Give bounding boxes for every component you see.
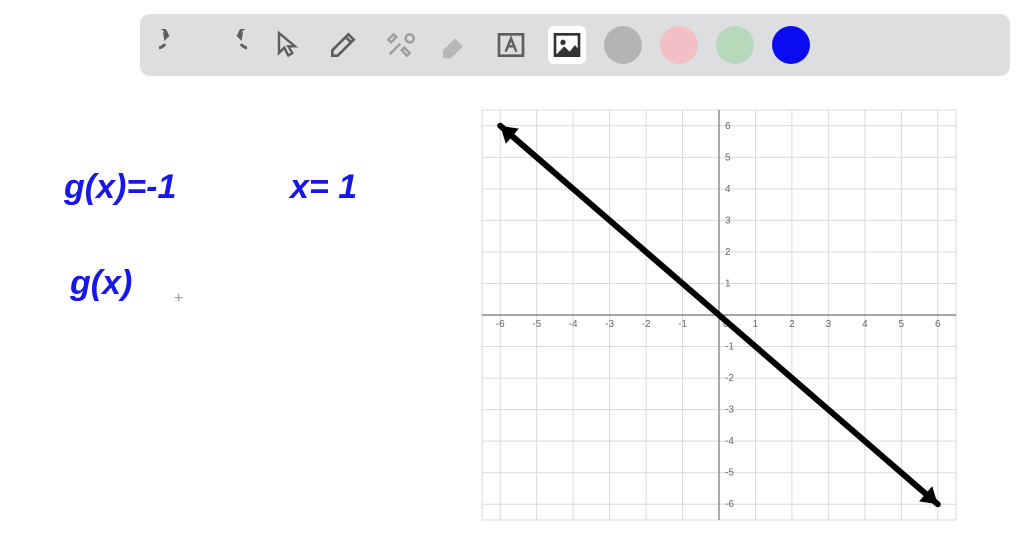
svg-text:-2: -2 (725, 373, 734, 384)
pointer-icon (271, 29, 303, 61)
svg-text:1: 1 (725, 278, 731, 289)
pencil-button[interactable] (324, 26, 362, 64)
svg-text:-1: -1 (725, 342, 734, 353)
color-pink[interactable] (660, 26, 698, 64)
handwriting-eq1: g(x)=-1 (64, 168, 176, 207)
image-icon (551, 29, 583, 61)
color-green[interactable] (716, 26, 754, 64)
undo-button[interactable] (156, 26, 194, 64)
svg-text:3: 3 (826, 319, 832, 330)
svg-text:-4: -4 (569, 319, 578, 330)
handwriting-eq2: x= 1 (290, 168, 357, 207)
svg-text:5: 5 (899, 319, 905, 330)
svg-text:2: 2 (789, 319, 795, 330)
redo-button[interactable] (212, 26, 250, 64)
svg-text:-6: -6 (496, 319, 505, 330)
svg-text:-4: -4 (725, 436, 734, 447)
svg-text:-6: -6 (725, 499, 734, 510)
undo-icon (159, 29, 191, 61)
svg-text:-2: -2 (642, 319, 651, 330)
text-box-button[interactable] (492, 26, 530, 64)
text-cursor-icon: + (174, 290, 183, 308)
svg-text:3: 3 (725, 215, 731, 226)
eraser-button[interactable] (436, 26, 474, 64)
svg-text:2: 2 (725, 247, 731, 258)
redo-icon (215, 29, 247, 61)
svg-text:5: 5 (725, 152, 731, 163)
svg-text:4: 4 (862, 319, 868, 330)
svg-text:6: 6 (935, 319, 941, 330)
svg-text:-5: -5 (725, 468, 734, 479)
svg-text:-5: -5 (532, 319, 541, 330)
svg-text:6: 6 (725, 121, 731, 132)
pencil-icon (327, 29, 359, 61)
svg-text:1: 1 (753, 319, 759, 330)
svg-text:-3: -3 (725, 405, 734, 416)
handwriting-eq3: g(x) (70, 264, 132, 303)
eraser-icon (439, 29, 471, 61)
pointer-button[interactable] (268, 26, 306, 64)
tools-button[interactable] (380, 26, 418, 64)
svg-text:-1: -1 (678, 319, 687, 330)
svg-text:4: 4 (725, 184, 731, 195)
color-gray[interactable] (604, 26, 642, 64)
text-box-icon (495, 29, 527, 61)
color-blue[interactable] (772, 26, 810, 64)
toolbar (140, 14, 1010, 76)
tools-icon (383, 29, 415, 61)
image-button[interactable] (548, 26, 586, 64)
svg-text:-3: -3 (605, 319, 614, 330)
coordinate-plane: -6-5-4-3-2-10123456-6-5-4-3-2-1123456 (472, 100, 966, 530)
